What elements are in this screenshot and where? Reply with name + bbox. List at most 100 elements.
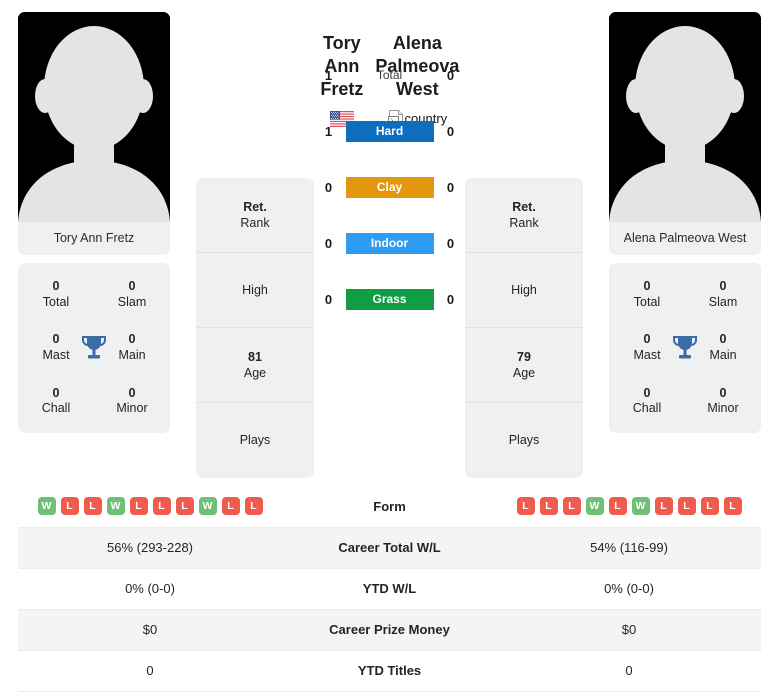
row-label-ytd-titles: YTD Titles — [357, 663, 422, 678]
value: 0 — [719, 385, 727, 400]
right-form-badge: L — [562, 497, 581, 516]
trophy-icon — [673, 335, 697, 359]
right-player-photo-card[interactable]: Alena Palmeova West — [609, 12, 761, 255]
h2h-left-score: 0 — [324, 179, 333, 195]
table-row-career-total: 56% (293-228) Career Total W/L 54% (116-… — [18, 527, 761, 568]
left-career-prize-money: $0 — [142, 622, 158, 637]
right-form-badge: L — [516, 497, 535, 516]
h2h-row-hard: 1 Hard 0 — [312, 114, 468, 148]
h2h-row-total: 1 Total 0 — [312, 58, 468, 92]
left-form-badge: W — [37, 497, 56, 516]
left-player-column: Tory Ann Fretz 0 Total 0 Slam 0 Mast 0 M… — [18, 12, 170, 433]
right-ytd-titles: 0 — [625, 663, 633, 678]
h2h-left-score: 0 — [324, 291, 333, 307]
left-player-photo-card[interactable]: Tory Ann Fretz — [18, 12, 170, 255]
right-rank-value: Ret. — [512, 199, 536, 214]
right-title-slam: 0 Slam — [685, 279, 761, 310]
right-player-name-line1: Alena — [392, 33, 442, 53]
label: Minor — [707, 401, 739, 416]
right-rank-card: Ret. Rank High 79 Age Plays — [465, 178, 583, 478]
row-label-career-prize-money: Career Prize Money — [329, 622, 450, 637]
left-form-badge: L — [244, 497, 263, 516]
h2h-left-score: 1 — [324, 67, 333, 83]
label: Slam — [708, 294, 738, 309]
left-career-total-wl: 56% (293-228) — [107, 540, 193, 555]
left-ytd-wl: 0% (0-0) — [125, 581, 175, 596]
right-high-row: High — [465, 253, 583, 328]
label: Total — [42, 294, 70, 309]
table-row-ytd-wl: 0% (0-0) YTD W/L 0% (0-0) — [18, 568, 761, 609]
right-titles-card: 0 Total 0 Slam 0 Mast 0 Main 0 Chall 0 M… — [609, 263, 761, 433]
left-title-total: 0 Total — [18, 279, 94, 310]
h2h-left-score: 1 — [324, 123, 333, 139]
h2h-surface-clay[interactable]: Clay — [345, 176, 434, 198]
left-age-row: 81 Age — [196, 328, 314, 403]
h2h-row-indoor: 0 Indoor 0 — [312, 226, 468, 260]
left-form-badge: L — [152, 497, 171, 516]
value: 0 — [52, 279, 60, 293]
left-form-badge: W — [106, 497, 125, 516]
right-age-caption: Age — [512, 366, 536, 380]
right-ytd-wl: 0% (0-0) — [604, 581, 654, 596]
right-title-total: 0 Total — [609, 279, 685, 310]
left-plays-caption: Plays — [239, 433, 271, 448]
left-rank-row: Ret. Rank — [196, 178, 314, 253]
row-label-career-total-wl: Career Total W/L — [338, 540, 441, 555]
right-form-badge: L — [700, 497, 719, 516]
comparison-stats-table: WLLWLLLWLL Form LLLWLWLLLL 56% (293-228)… — [18, 486, 761, 692]
left-plays-row: Plays — [196, 403, 314, 478]
h2h-left-score: 0 — [324, 235, 333, 251]
label: Total — [633, 294, 661, 309]
right-career-total-wl: 54% (116-99) — [590, 540, 668, 555]
person-silhouette-icon — [18, 12, 170, 222]
right-form-badge: L — [654, 497, 673, 516]
h2h-row-grass: 0 Grass 0 — [312, 282, 468, 316]
right-rank-row: Ret. Rank — [465, 178, 583, 253]
left-form-badges: WLLWLLLWLL — [22, 497, 278, 516]
right-title-minor: 0 Minor — [685, 386, 761, 417]
h2h-surface-hard[interactable]: Hard — [345, 120, 434, 142]
right-form-badge: W — [585, 497, 604, 516]
label: Minor — [116, 401, 148, 416]
left-form-cell: WLLWLLLWLL — [18, 486, 282, 527]
right-player-photo — [609, 12, 761, 222]
right-form-badge: L — [723, 497, 742, 516]
right-form-badge: L — [677, 497, 696, 516]
left-age-caption: Age — [243, 366, 267, 380]
left-title-chall: 0 Chall — [18, 386, 94, 417]
left-title-minor: 0 Minor — [94, 386, 170, 417]
left-titles-card: 0 Total 0 Slam 0 Mast 0 Main 0 Chall 0 M… — [18, 263, 170, 433]
left-form-badge: L — [221, 497, 240, 516]
value: 0 — [128, 279, 136, 293]
left-title-slam: 0 Slam — [94, 279, 170, 310]
h2h-right-score: 0 — [446, 291, 455, 307]
h2h-surface-indoor[interactable]: Indoor — [345, 232, 434, 254]
right-career-prize-money: $0 — [621, 622, 637, 637]
h2h-surface-grass[interactable]: Grass — [345, 288, 434, 310]
row-label-form: Form — [373, 498, 406, 514]
row-label-ytd-wl: YTD W/L — [362, 581, 417, 596]
label: Chall — [41, 401, 71, 416]
value: 0 — [52, 385, 60, 400]
left-high-row: High — [196, 253, 314, 328]
right-rank-caption: Rank — [509, 216, 539, 230]
left-ytd-titles: 0 — [146, 663, 154, 678]
right-player-photo-caption: Alena Palmeova West — [609, 222, 761, 255]
left-form-badge: L — [83, 497, 102, 516]
right-player-column: Alena Palmeova West 0 Total 0 Slam 0 Mas… — [609, 12, 761, 433]
table-row-ytd-titles: 0 YTD Titles 0 — [18, 650, 761, 691]
left-player-photo-caption: Tory Ann Fretz — [18, 222, 170, 255]
right-age-value: 79 — [517, 349, 531, 364]
h2h-row-clay: 0 Clay 0 — [312, 170, 468, 204]
left-player-photo — [18, 12, 170, 222]
right-title-chall: 0 Chall — [609, 386, 685, 417]
value: 0 — [643, 385, 651, 400]
table-row-form: WLLWLLLWLL Form LLLWLWLLLL — [18, 486, 761, 527]
value: 0 — [643, 279, 651, 293]
right-form-badges: LLLWLWLLLL — [501, 497, 757, 516]
value: 0 — [719, 279, 727, 293]
right-form-badge: L — [539, 497, 558, 516]
right-plays-caption: Plays — [508, 433, 540, 448]
left-form-badge: L — [60, 497, 79, 516]
right-age-row: 79 Age — [465, 328, 583, 403]
